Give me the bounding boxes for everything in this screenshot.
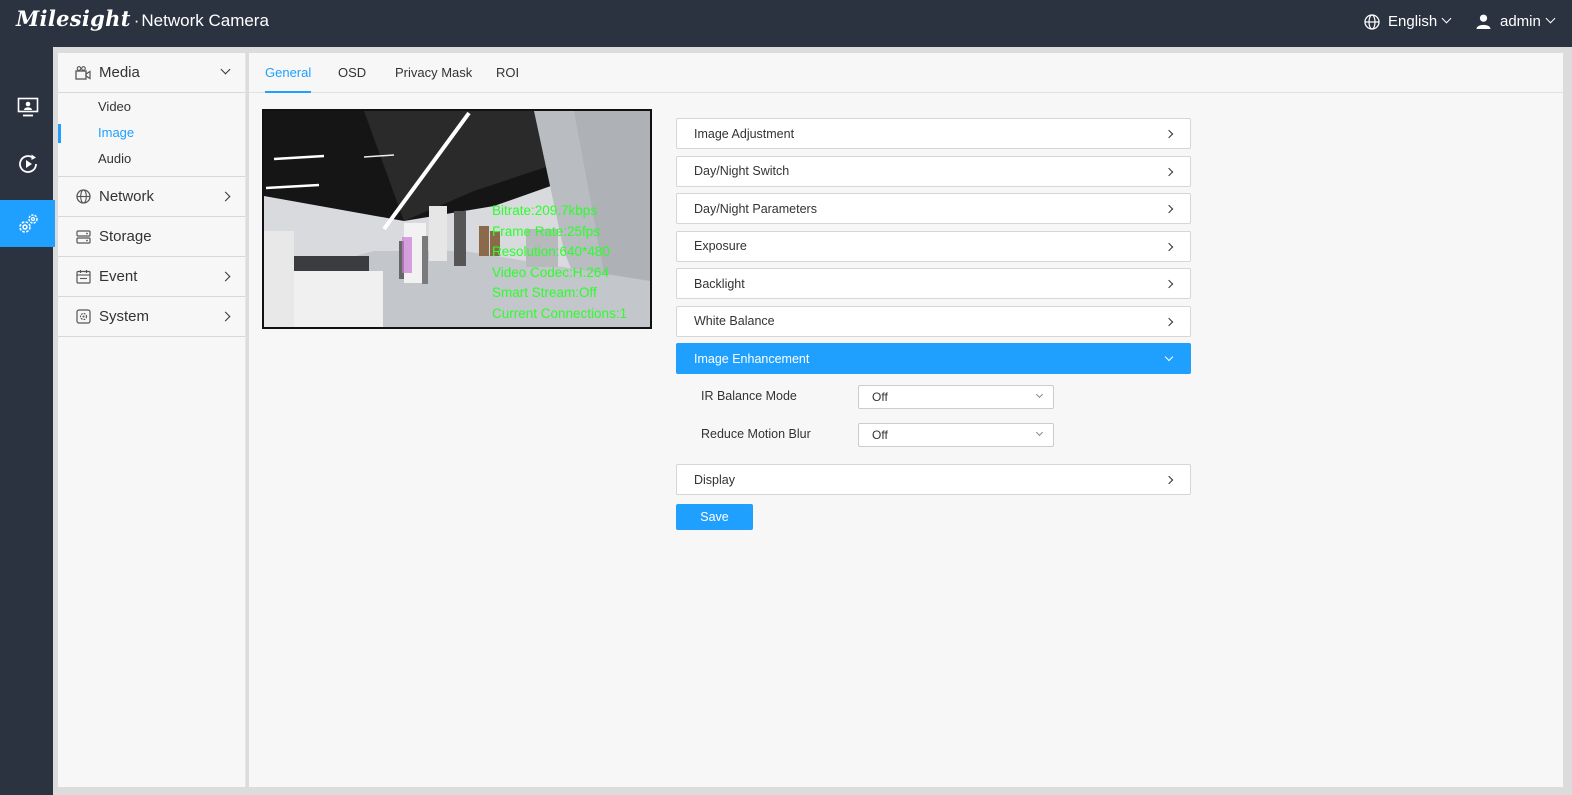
live-view-icon: [17, 97, 38, 116]
chevron-right-icon: [220, 311, 231, 322]
user-icon: [1476, 14, 1491, 29]
language-label: English: [1388, 13, 1438, 30]
chevron-down-icon: [220, 64, 231, 75]
section-image-enhancement[interactable]: Image Enhancement: [676, 343, 1191, 374]
rail-live-view[interactable]: [0, 83, 55, 130]
section-title: Exposure: [694, 239, 747, 253]
section-title: Backlight: [694, 276, 745, 291]
section-title: White Balance: [694, 314, 775, 328]
settings-icon: [18, 213, 38, 233]
chevron-down-icon: [1441, 13, 1452, 24]
icon-rail: [0, 47, 55, 795]
save-button[interactable]: Save: [676, 504, 753, 530]
chevron-right-icon: [1164, 317, 1174, 326]
top-header: Milesight · Network Camera English admin: [0, 0, 1572, 47]
ir-balance-mode-select[interactable]: Off: [858, 384, 1054, 409]
chevron-right-icon: [220, 271, 231, 282]
video-preview[interactable]: Bitrate:209.7kbps Frame Rate:25fps Resol…: [262, 109, 652, 329]
reduce-motion-blur-value: Off: [872, 427, 888, 442]
tab-osd[interactable]: OSD: [338, 53, 366, 93]
globe-icon: [75, 189, 91, 205]
content-panel: General OSD Privacy Mask ROI Bitrate:209…: [249, 53, 1563, 787]
user-menu[interactable]: admin: [1476, 13, 1556, 30]
menu-storage-label: Storage: [99, 228, 152, 245]
submenu-item-video[interactable]: Video: [58, 94, 245, 120]
section-title: Day/Night Switch: [694, 164, 790, 178]
menu-media[interactable]: Media: [58, 53, 245, 93]
chevron-right-icon: [1164, 242, 1174, 251]
menu-event[interactable]: Event: [58, 257, 245, 297]
reduce-motion-blur-select[interactable]: Off: [858, 422, 1054, 447]
osd-resolution: Resolution:640*480: [492, 244, 610, 259]
submenu-item-audio[interactable]: Audio: [58, 146, 245, 172]
osd-frame-rate: Frame Rate:25fps: [492, 223, 601, 239]
playback-icon: [18, 154, 37, 173]
osd-current-connections: Current Connections:1: [492, 305, 628, 321]
section-title: Display: [694, 472, 735, 487]
rail-playback[interactable]: [0, 140, 55, 187]
tab-bar: General OSD Privacy Mask ROI: [249, 53, 1563, 93]
ir-balance-mode-value: Off: [872, 389, 888, 404]
storage-icon: [75, 229, 91, 245]
chevron-down-icon: [1035, 390, 1044, 398]
brand: Milesight · Network Camera: [16, 6, 269, 40]
osd-video-codec: Video Codec:H.264: [492, 264, 609, 280]
osd-overlay: Bitrate:209.7kbps Frame Rate:25fps Resol…: [492, 201, 627, 324]
brand-separator: ·: [133, 11, 140, 30]
chevron-right-icon: [1164, 129, 1174, 139]
reduce-motion-blur-label: Reduce Motion Blur: [701, 426, 811, 441]
section-display[interactable]: Display: [676, 464, 1191, 495]
tab-roi[interactable]: ROI: [496, 53, 519, 93]
system-icon: [75, 309, 91, 325]
chevron-right-icon: [1164, 279, 1174, 289]
tab-general[interactable]: General: [265, 53, 312, 93]
media-submenu: Video Image Audio: [58, 93, 245, 177]
brand-logo: Milesight: [16, 6, 131, 31]
section-title: Image Adjustment: [694, 126, 795, 141]
reduce-motion-blur-row: Reduce Motion Blur Off: [701, 422, 1081, 447]
section-title: Day/Night Parameters: [694, 201, 817, 216]
menu-event-label: Event: [99, 268, 138, 285]
section-white-balance[interactable]: White Balance: [676, 305, 1191, 337]
menu-storage[interactable]: Storage: [58, 217, 245, 257]
camera-icon: [75, 65, 91, 81]
submenu-item-image[interactable]: Image: [58, 120, 245, 146]
chevron-right-icon: [1164, 475, 1174, 485]
chevron-down-icon: [1545, 13, 1556, 24]
menu-network-label: Network: [99, 188, 155, 205]
section-title: Image Enhancement: [694, 351, 810, 366]
ir-balance-mode-label: IR Balance Mode: [701, 388, 797, 403]
brand-product-name: Network Camera: [141, 11, 269, 30]
section-exposure[interactable]: Exposure: [676, 230, 1191, 262]
tab-privacy-mask[interactable]: Privacy Mask: [395, 53, 472, 93]
section-day-night-parameters[interactable]: Day/Night Parameters: [676, 193, 1191, 224]
menu-media-label: Media: [99, 64, 140, 81]
chevron-right-icon: [1164, 167, 1174, 176]
chevron-down-icon: [1164, 352, 1174, 362]
chevron-right-icon: [1164, 204, 1174, 214]
globe-icon: [1364, 13, 1380, 30]
side-menu: Media Video Image Audio Network Storage …: [58, 53, 246, 787]
menu-system[interactable]: System: [58, 297, 245, 337]
chevron-right-icon: [220, 191, 231, 202]
language-selector[interactable]: English: [1364, 13, 1452, 30]
menu-system-label: System: [99, 308, 150, 325]
osd-smart-stream: Smart Stream:Off: [492, 285, 597, 300]
section-day-night-switch[interactable]: Day/Night Switch: [676, 155, 1191, 187]
image-enhancement-body: IR Balance Mode Off Reduce Motion Blur O…: [676, 381, 1191, 458]
section-backlight[interactable]: Backlight: [676, 268, 1191, 299]
osd-bitrate: Bitrate:209.7kbps: [492, 203, 598, 218]
ir-balance-mode-row: IR Balance Mode Off: [701, 384, 1081, 409]
user-name: admin: [1500, 13, 1541, 30]
menu-network[interactable]: Network: [58, 177, 245, 217]
settings-accordion: Image Adjustment Day/Night Switch Day/Ni…: [676, 118, 1191, 502]
section-image-adjustment[interactable]: Image Adjustment: [676, 118, 1191, 149]
chevron-down-icon: [1035, 428, 1044, 436]
calendar-icon: [75, 269, 91, 285]
rail-settings[interactable]: [0, 200, 55, 247]
